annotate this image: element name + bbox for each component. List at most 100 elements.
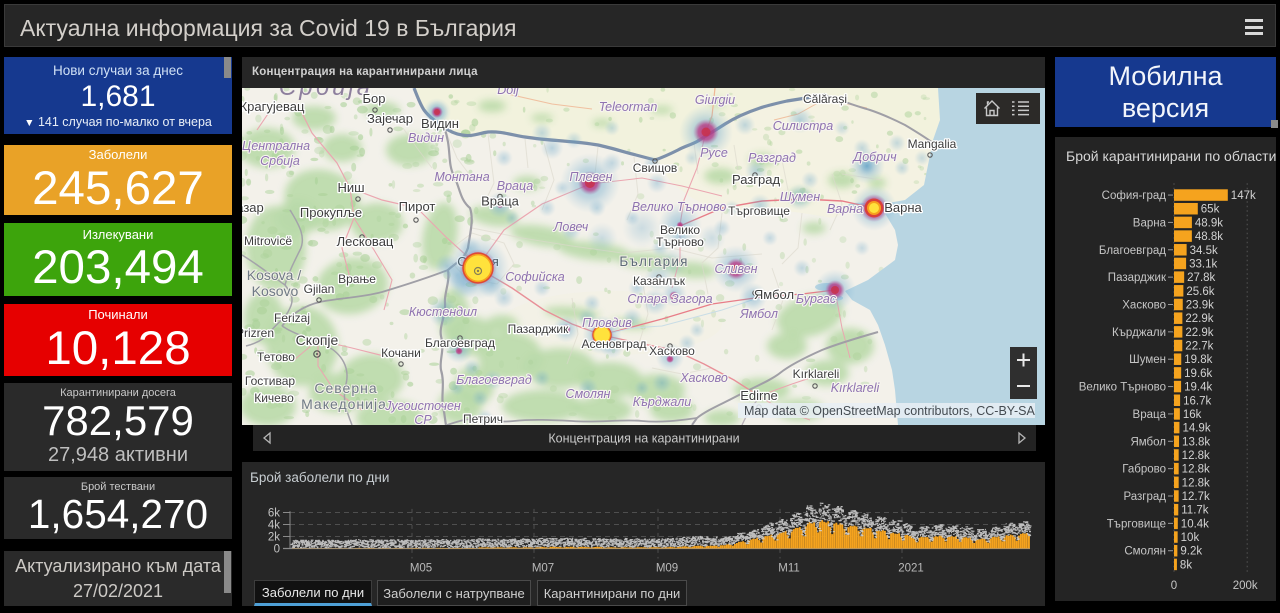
svg-text:Шумен: Шумен <box>780 190 820 204</box>
svg-text:Кърджали: Кърджали <box>1112 327 1166 339</box>
svg-text:Шумен: Шумен <box>1129 354 1166 366</box>
svg-text:0: 0 <box>274 544 280 556</box>
svg-text:Северна: Северна <box>314 380 377 396</box>
svg-text:13.8k: 13.8k <box>1182 436 1210 448</box>
svg-text:Лесковац: Лесковац <box>337 234 394 249</box>
svg-text:Сливен: Сливен <box>714 262 757 276</box>
svg-text:Хасково: Хасково <box>649 344 695 358</box>
svg-text:Казанлък: Казанлък <box>633 274 686 288</box>
svg-text:147k: 147k <box>1231 190 1256 202</box>
svg-text:12.8k: 12.8k <box>1182 477 1210 489</box>
svg-text:Giurgiu: Giurgiu <box>695 93 735 107</box>
svg-text:Петрич: Петрич <box>463 412 503 425</box>
svg-text:34.5k: 34.5k <box>1190 245 1218 257</box>
svg-text:Благоевград: Благоевград <box>425 336 495 350</box>
svg-text:M09: M09 <box>656 563 678 575</box>
svg-text:Пирот: Пирот <box>399 199 436 214</box>
svg-text:14.9k: 14.9k <box>1182 423 1210 435</box>
svg-text:Kosova /: Kosova / <box>247 267 302 283</box>
svg-text:Гостивар: Гостивар <box>245 374 295 388</box>
svg-text:27.8k: 27.8k <box>1187 272 1215 284</box>
svg-text:Русе: Русе <box>700 146 728 160</box>
svg-text:Плевен: Плевен <box>569 170 612 184</box>
svg-text:Благоевград: Благоевград <box>456 373 532 387</box>
svg-text:Edirne: Edirne <box>740 388 778 403</box>
svg-text:25.6k: 25.6k <box>1186 286 1214 298</box>
svg-text:Прокупље: Прокупље <box>300 205 362 220</box>
svg-text:Търговище: Търговище <box>728 204 790 218</box>
svg-text:Србија: Србија <box>260 154 300 168</box>
svg-text:Разград: Разград <box>748 151 796 165</box>
svg-text:Габрово: Габрово <box>1122 464 1166 476</box>
svg-text:16.7k: 16.7k <box>1183 395 1211 407</box>
svg-text:Асеновград: Асеновград <box>581 337 646 351</box>
svg-text:Gjilan: Gjilan <box>304 282 335 296</box>
svg-text:Teleorman: Teleorman <box>599 100 658 114</box>
svg-text:10k: 10k <box>1181 532 1200 544</box>
svg-text:22.9k: 22.9k <box>1185 327 1213 339</box>
svg-text:Варна: Варна <box>884 200 922 215</box>
svg-text:M05: M05 <box>410 563 432 575</box>
svg-text:Свищов: Свищов <box>633 161 678 175</box>
svg-text:23.9k: 23.9k <box>1186 299 1214 311</box>
svg-text:22.9k: 22.9k <box>1185 313 1213 325</box>
svg-text:Видин: Видин <box>421 116 459 131</box>
svg-text:6k: 6k <box>268 508 280 520</box>
svg-text:Добрич: Добрич <box>851 150 897 164</box>
svg-text:Велико Търново: Велико Търново <box>632 200 727 214</box>
svg-text:Врање: Врање <box>338 272 376 286</box>
svg-text:12.8k: 12.8k <box>1182 464 1210 476</box>
svg-text:Разград: Разград <box>1123 491 1166 503</box>
svg-text:M11: M11 <box>778 563 800 575</box>
svg-text:16k: 16k <box>1183 409 1202 421</box>
svg-text:M07: M07 <box>532 563 554 575</box>
svg-text:Тетово: Тетово <box>257 350 295 364</box>
svg-text:Монтана: Монтана <box>434 170 489 184</box>
svg-text:Călărași: Călărași <box>803 92 847 106</box>
svg-text:София-град: София-град <box>1102 190 1167 202</box>
svg-text:Варна: Варна <box>1133 217 1167 229</box>
svg-text:Благоевград: Благоевград <box>1099 245 1166 257</box>
svg-text:Враца: Враца <box>481 194 520 209</box>
svg-text:Хасково: Хасково <box>1122 299 1166 311</box>
svg-text:Варна: Варна <box>827 202 863 216</box>
svg-text:12.7k: 12.7k <box>1182 491 1210 503</box>
svg-text:Ямбол: Ямбол <box>739 307 778 321</box>
svg-text:Пазарджик: Пазарджик <box>508 322 569 336</box>
svg-text:Kırklareli: Kırklareli <box>793 367 840 381</box>
svg-text:Крагујевац: Крагујевац <box>242 99 305 114</box>
svg-text:Видин: Видин <box>408 131 444 145</box>
svg-text:12.8k: 12.8k <box>1182 450 1210 462</box>
svg-text:Разград: Разград <box>732 172 780 187</box>
svg-text:33.1k: 33.1k <box>1189 258 1217 270</box>
svg-text:Kırklareli: Kırklareli <box>831 381 881 395</box>
svg-text:Враца: Враца <box>1133 409 1167 421</box>
svg-text:2k: 2k <box>268 532 280 544</box>
svg-text:Кочани: Кочани <box>381 346 421 360</box>
svg-text:Бургас: Бургас <box>796 292 837 306</box>
svg-text:СР: СР <box>414 413 432 425</box>
svg-text:Софийска: Софийска <box>505 270 564 284</box>
svg-text:19.6k: 19.6k <box>1184 368 1212 380</box>
svg-text:11.7k: 11.7k <box>1181 505 1209 517</box>
svg-text:Dolj: Dolj <box>497 88 520 97</box>
svg-text:10.4k: 10.4k <box>1181 518 1209 530</box>
svg-text:Кърджали: Кърджали <box>633 395 691 409</box>
svg-text:48.9k: 48.9k <box>1195 217 1223 229</box>
svg-text:Стара Загора: Стара Загора <box>627 292 712 306</box>
svg-text:19.4k: 19.4k <box>1184 382 1212 394</box>
svg-text:Силистра: Силистра <box>773 119 833 133</box>
svg-text:Kosovo: Kosovo <box>252 283 299 299</box>
svg-text:Търново: Търново <box>656 235 704 249</box>
svg-text:48.8k: 48.8k <box>1195 231 1223 243</box>
svg-text:Скопје: Скопје <box>296 332 339 348</box>
svg-text:Mangalia: Mangalia <box>908 137 957 151</box>
svg-text:65k: 65k <box>1201 204 1220 216</box>
svg-text:200k: 200k <box>1233 580 1258 592</box>
svg-text:Mitrovicë: Mitrovicë <box>244 234 292 248</box>
svg-text:Концентрация на карантинирани: Концентрация на карантинирани <box>548 432 739 446</box>
svg-text:Търговище: Търговище <box>1107 518 1166 530</box>
svg-text:Кюстендил: Кюстендил <box>409 305 477 319</box>
svg-text:България: България <box>619 254 688 269</box>
svg-text:8k: 8k <box>1180 559 1192 571</box>
